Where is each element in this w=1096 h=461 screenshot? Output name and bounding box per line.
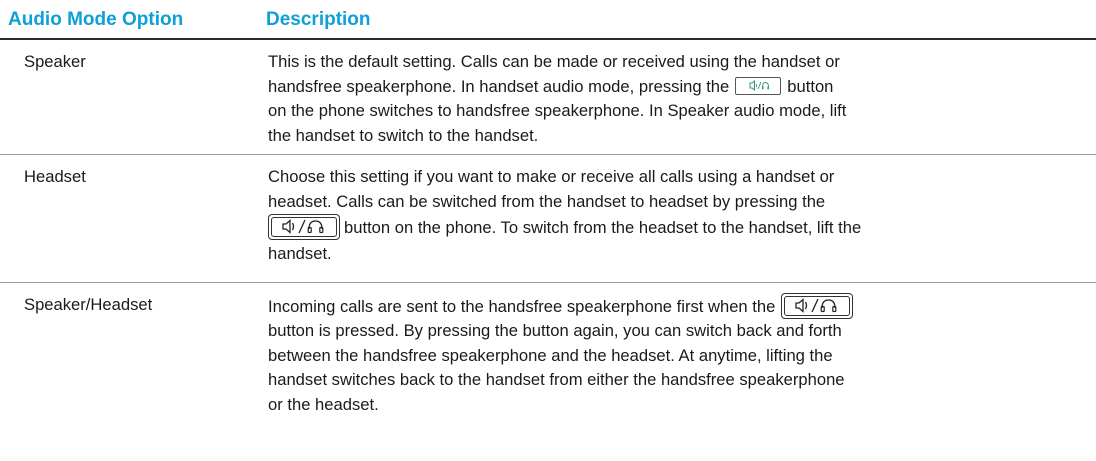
description-cell: This is the default setting. Calls can b…	[268, 50, 1083, 148]
description-line: handset switches back to the handset fro…	[268, 370, 845, 389]
description-text: handsfree speakerphone. In handset audio…	[268, 76, 730, 96]
description-cell: Choose this setting if you want to make …	[268, 165, 1083, 267]
description-line: on the phone switches to handsfree speak…	[268, 101, 847, 120]
table-header-row: Audio Mode Option Description	[0, 0, 1096, 38]
description-line: Choose this setting if you want to make …	[268, 167, 835, 186]
description-line: between the handsfree speakerphone and t…	[268, 345, 833, 365]
description-text: button	[787, 76, 834, 96]
description-line: button on the phone. To switch from the …	[268, 214, 1083, 242]
description-line: Incoming calls are sent to the handsfree…	[268, 293, 1083, 319]
option-cell: Speaker/Headset	[24, 295, 153, 314]
description-line: the handset to switch to the handset.	[268, 125, 539, 145]
table-row-speaker: Speaker This is the default setting. Cal…	[0, 40, 1096, 154]
description-line: handset.	[268, 244, 332, 263]
option-cell: Headset	[24, 167, 86, 186]
description-line: handsfree speakerphone. In handset audio…	[268, 75, 1083, 100]
header-description: Description	[266, 9, 371, 30]
table-row-speaker-headset: Speaker/Headset Incoming calls are sent …	[0, 283, 1096, 453]
description-text: button on the phone. To switch from the …	[344, 218, 862, 237]
speaker-headset-key-icon	[781, 293, 854, 319]
description-line: button is pressed. By pressing the butto…	[268, 321, 842, 340]
speaker-headset-key-icon	[268, 214, 340, 240]
audio-mode-table: Audio Mode Option Description Speaker Th…	[0, 0, 1096, 414]
header-audio-mode-option: Audio Mode Option	[8, 9, 184, 30]
description-cell: Incoming calls are sent to the handsfree…	[268, 293, 1083, 417]
table-row-headset: Headset Choose this setting if you want …	[0, 155, 1096, 281]
description-line: headset. Calls can be switched from the …	[268, 191, 826, 211]
speaker-headset-key-icon	[735, 76, 782, 95]
description-text: Incoming calls are sent to the handsfree…	[268, 297, 776, 316]
description-line: This is the default setting. Calls can b…	[268, 52, 840, 71]
description-line: or the headset.	[268, 394, 379, 414]
option-cell: Speaker	[24, 52, 86, 71]
